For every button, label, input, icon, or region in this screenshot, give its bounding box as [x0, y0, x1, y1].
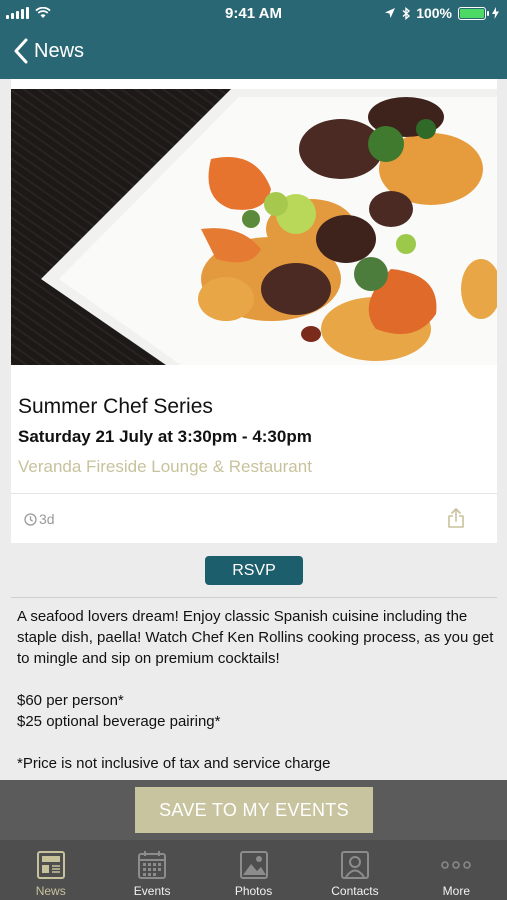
event-info: Summer Chef Series Saturday 21 July at 3… [11, 365, 497, 493]
contact-icon [340, 851, 369, 879]
price-per-person: $60 per person* [17, 692, 124, 709]
divider [11, 597, 497, 598]
card-footer: 3d [11, 493, 497, 543]
tab-events-label: Events [133, 884, 171, 898]
event-title: Summer Chef Series [18, 395, 213, 418]
location-icon [385, 8, 396, 18]
tab-more-label: More [442, 884, 470, 898]
tab-events[interactable]: Events [101, 840, 202, 900]
back-label: News [34, 39, 85, 62]
event-description: A seafood lovers dream! Enjoy classic Sp… [17, 606, 499, 774]
tab-more[interactable]: More [406, 840, 507, 900]
photo-icon [239, 851, 268, 879]
more-icon [441, 861, 472, 869]
newspaper-icon [36, 851, 65, 879]
tab-news[interactable]: News [0, 840, 101, 900]
post-age: 3d [24, 511, 55, 527]
status-bar: 9:41 AM 100% [0, 0, 507, 28]
tab-contacts[interactable]: Contacts [304, 840, 405, 900]
chevron-left-icon [14, 38, 28, 64]
tab-news-label: News [35, 884, 66, 898]
event-image [11, 89, 497, 365]
event-detail[interactable]: Summer Chef Series Saturday 21 July at 3… [0, 79, 507, 780]
status-right: 100% [384, 5, 499, 21]
description-intro: A seafood lovers dream! Enjoy classic Sp… [17, 608, 494, 667]
tab-contacts-label: Contacts [331, 884, 379, 898]
back-button[interactable]: News [14, 38, 84, 64]
charging-icon [492, 7, 499, 19]
rsvp-button[interactable]: RSVP [205, 556, 303, 585]
price-note: *Price is not inclusive of tax and servi… [17, 755, 331, 772]
share-icon[interactable] [447, 507, 465, 529]
save-to-my-events-button[interactable]: SAVE TO MY EVENTS [135, 787, 373, 833]
clock-icon [24, 512, 37, 526]
tab-photos[interactable]: Photos [203, 840, 304, 900]
save-bar: SAVE TO MY EVENTS [0, 780, 507, 840]
tab-photos-label: Photos [234, 884, 273, 898]
event-date: Saturday 21 July at 3:30pm - 4:30pm [18, 427, 312, 446]
battery-icon [458, 6, 489, 20]
event-card: Summer Chef Series Saturday 21 July at 3… [11, 79, 497, 543]
price-beverage: $25 optional beverage pairing* [17, 713, 221, 730]
post-age-text: 3d [39, 511, 55, 527]
tab-bar: News Events Photos Contacts More [0, 840, 507, 900]
battery-percent: 100% [416, 5, 452, 21]
calendar-icon [138, 851, 167, 879]
event-venue: Veranda Fireside Lounge & Restaurant [18, 457, 312, 476]
bluetooth-icon [402, 6, 411, 20]
nav-bar: News [0, 28, 507, 79]
